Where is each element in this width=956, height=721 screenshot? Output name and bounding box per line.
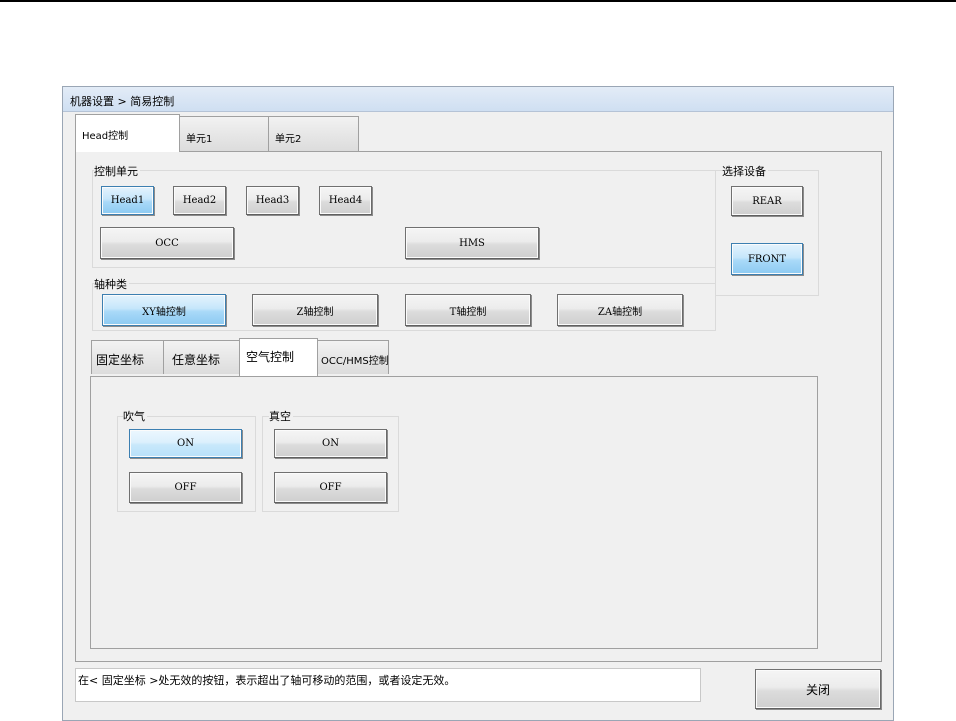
blow-off-button[interactable]: OFF — [129, 472, 242, 503]
head4-button[interactable]: Head4 — [319, 186, 372, 215]
tab-head-control[interactable]: Head控制 — [75, 114, 180, 152]
tab-air-control[interactable]: 空气控制 — [239, 338, 318, 376]
t-axis-control-button[interactable]: T轴控制 — [405, 294, 531, 326]
window-title: 机器设置 > 简易控制 — [70, 95, 175, 108]
hms-button[interactable]: HMS — [405, 227, 539, 259]
blow-on-button[interactable]: ON — [129, 429, 242, 458]
front-button[interactable]: FRONT — [731, 243, 803, 275]
head1-button[interactable]: Head1 — [101, 186, 154, 215]
head2-button[interactable]: Head2 — [173, 186, 226, 215]
occ-button[interactable]: OCC — [100, 227, 234, 259]
status-message-box: 在< 固定坐标 >处无效的按钮，表示超出了轴可移动的范围，或者设定无效。 — [75, 668, 701, 702]
vacuum-label: 真空 — [269, 408, 293, 424]
za-axis-control-button[interactable]: ZA轴控制 — [557, 294, 683, 326]
tab-unit2[interactable]: 单元2 — [268, 116, 359, 151]
tab-occ-hms-control-label: OCC/HMS控制 — [321, 356, 389, 367]
z-axis-control-button[interactable]: Z轴控制 — [252, 294, 378, 326]
blow-label: 吹气 — [123, 408, 147, 424]
vacuum-off-button[interactable]: OFF — [274, 472, 387, 503]
close-button[interactable]: 关闭 — [755, 669, 881, 709]
vacuum-on-button[interactable]: ON — [274, 429, 387, 458]
xy-axis-control-button[interactable]: XY轴控制 — [102, 294, 226, 326]
tab-unit1[interactable]: 单元1 — [179, 116, 269, 151]
head-control-panel: 控制单元 Head1 Head2 Head3 Head4 OCC HMS 轴种类… — [75, 151, 882, 662]
rear-button[interactable]: REAR — [731, 186, 803, 216]
tab-head-control-label: Head控制 — [82, 131, 129, 142]
tab-arbitrary-coordinate-label: 任意坐标 — [172, 353, 221, 367]
simple-control-window: 机器设置 > 简易控制 Head控制 单元1 单元2 控制单元 Head1 He… — [62, 86, 894, 721]
control-unit-label: 控制单元 — [94, 163, 140, 179]
tab-unit1-label: 单元1 — [186, 134, 213, 145]
tab-occ-hms-control[interactable]: OCC/HMS控制 — [317, 340, 389, 374]
tab-fixed-coordinate-label: 固定坐标 — [96, 353, 145, 367]
top-divider — [0, 0, 956, 2]
tab-unit2-label: 单元2 — [275, 134, 302, 145]
status-message: 在< 固定坐标 >处无效的按钮，表示超出了轴可移动的范围，或者设定无效。 — [78, 674, 456, 687]
tab-fixed-coordinate[interactable]: 固定坐标 — [91, 340, 164, 374]
tab-air-control-label: 空气控制 — [246, 350, 295, 364]
title-bar: 机器设置 > 简易控制 — [63, 87, 893, 112]
head3-button[interactable]: Head3 — [246, 186, 299, 215]
air-control-panel: 吹气 ON OFF 真空 ON OFF — [90, 376, 818, 649]
device-select-label: 选择设备 — [722, 163, 768, 179]
tab-arbitrary-coordinate[interactable]: 任意坐标 — [163, 340, 240, 374]
axis-type-label: 轴种类 — [94, 276, 129, 292]
